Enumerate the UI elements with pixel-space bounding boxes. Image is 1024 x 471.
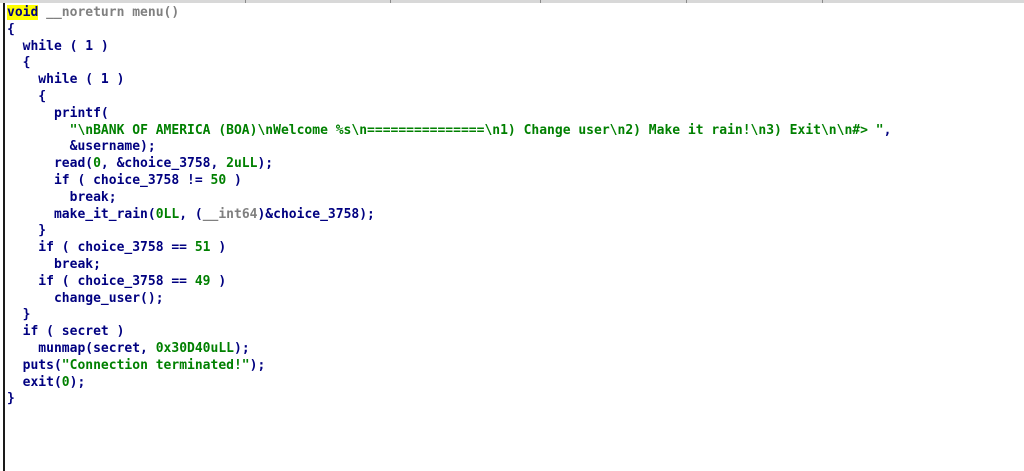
code-token[interactable]: exit( bbox=[7, 375, 62, 390]
code-line[interactable]: } bbox=[7, 223, 1022, 240]
number-literal[interactable]: 51 bbox=[195, 240, 211, 255]
code-token[interactable]: , ( bbox=[179, 207, 202, 222]
code-token[interactable]: )&choice_3758); bbox=[257, 207, 374, 222]
code-token[interactable]: __int64 bbox=[203, 207, 258, 222]
code-token[interactable]: while ( 1 ) bbox=[7, 39, 109, 54]
code-line[interactable]: &username); bbox=[7, 139, 1022, 156]
code-token[interactable]: while ( 1 ) bbox=[7, 72, 124, 87]
tab-separator bbox=[686, 0, 687, 3]
code-token[interactable]: ); bbox=[250, 358, 266, 373]
code-line[interactable]: { bbox=[7, 55, 1022, 72]
code-token[interactable]: ); bbox=[70, 375, 86, 390]
code-token[interactable]: &username); bbox=[7, 139, 156, 154]
gutter-border bbox=[3, 3, 5, 471]
code-line[interactable]: "\nBANK OF AMERICA (BOA)\nWelcome %s\n==… bbox=[7, 123, 1022, 140]
tab-strip bbox=[0, 0, 1024, 3]
code-line[interactable]: make_it_rain(0LL, (__int64)&choice_3758)… bbox=[7, 207, 1022, 224]
code-line[interactable]: } bbox=[7, 307, 1022, 324]
code-line[interactable]: if ( choice_3758 == 51 ) bbox=[7, 240, 1022, 257]
code-listing[interactable]: void __noreturn menu(){ while ( 1 ) { wh… bbox=[7, 5, 1022, 471]
code-token[interactable]: if ( choice_3758 == bbox=[7, 274, 195, 289]
code-token[interactable]: make_it_rain( bbox=[7, 207, 156, 222]
code-line[interactable]: if ( choice_3758 == 49 ) bbox=[7, 274, 1022, 291]
code-token[interactable]: if ( secret ) bbox=[7, 324, 125, 339]
code-token[interactable]: ); bbox=[257, 156, 273, 171]
code-line[interactable]: exit(0); bbox=[7, 375, 1022, 392]
code-token[interactable]: } bbox=[7, 223, 46, 238]
code-line[interactable]: break; bbox=[7, 190, 1022, 207]
code-token[interactable]: } bbox=[7, 307, 31, 322]
code-line[interactable]: puts("Connection terminated!"); bbox=[7, 358, 1022, 375]
code-line[interactable]: break; bbox=[7, 257, 1022, 274]
code-token[interactable]: ) bbox=[211, 240, 226, 255]
code-token[interactable]: { bbox=[7, 55, 31, 70]
code-line[interactable]: if ( secret ) bbox=[7, 324, 1022, 341]
number-literal[interactable]: 0 bbox=[93, 156, 101, 171]
code-line[interactable]: if ( choice_3758 != 50 ) bbox=[7, 173, 1022, 190]
code-line[interactable]: while ( 1 ) bbox=[7, 72, 1022, 89]
code-line[interactable]: { bbox=[7, 22, 1022, 39]
code-token[interactable]: munmap(secret, bbox=[7, 341, 156, 356]
code-token[interactable]: printf( bbox=[7, 106, 109, 121]
code-line[interactable]: munmap(secret, 0x30D40uLL); bbox=[7, 341, 1022, 358]
tab-separator bbox=[822, 0, 823, 3]
string-literal[interactable]: "Connection terminated!" bbox=[62, 358, 250, 373]
code-token[interactable]: if ( choice_3758 == bbox=[7, 240, 195, 255]
code-token[interactable]: , &choice_3758, bbox=[101, 156, 226, 171]
code-token[interactable]: } bbox=[7, 391, 15, 406]
number-literal[interactable]: 0LL bbox=[156, 207, 179, 222]
number-literal[interactable]: 2uLL bbox=[226, 156, 257, 171]
code-line[interactable]: read(0, &choice_3758, 2uLL); bbox=[7, 156, 1022, 173]
tab-separator bbox=[390, 0, 391, 3]
code-token[interactable]: ) bbox=[211, 274, 226, 289]
code-line[interactable]: while ( 1 ) bbox=[7, 39, 1022, 56]
code-line[interactable]: printf( bbox=[7, 106, 1022, 123]
code-token[interactable]: break; bbox=[7, 190, 117, 205]
tab-separator bbox=[540, 0, 541, 3]
code-token[interactable] bbox=[7, 123, 70, 138]
code-line[interactable]: void __noreturn menu() bbox=[7, 5, 1022, 22]
highlighted-keyword[interactable]: void bbox=[7, 5, 39, 20]
string-literal[interactable]: "\nBANK OF AMERICA (BOA)\nWelcome %s\n==… bbox=[70, 123, 884, 138]
code-token[interactable]: puts( bbox=[7, 358, 62, 373]
code-token[interactable]: ) bbox=[226, 173, 242, 188]
code-token[interactable]: { bbox=[7, 22, 15, 37]
code-line[interactable]: { bbox=[7, 89, 1022, 106]
code-token[interactable]: break; bbox=[7, 257, 101, 272]
number-literal[interactable]: 0 bbox=[62, 375, 70, 390]
pseudocode-viewer[interactable]: void __noreturn menu(){ while ( 1 ) { wh… bbox=[0, 0, 1024, 471]
code-token[interactable]: __noreturn menu() bbox=[46, 5, 179, 20]
code-token[interactable] bbox=[38, 5, 46, 20]
tab-separator bbox=[245, 0, 246, 3]
code-token[interactable]: { bbox=[7, 89, 46, 104]
code-token[interactable]: if ( choice_3758 != bbox=[7, 173, 211, 188]
code-token[interactable]: change_user(); bbox=[7, 291, 164, 306]
code-token[interactable]: read( bbox=[7, 156, 93, 171]
number-literal[interactable]: 0x30D40uLL bbox=[156, 341, 234, 356]
code-line[interactable]: change_user(); bbox=[7, 291, 1022, 308]
number-literal[interactable]: 49 bbox=[195, 274, 211, 289]
code-line[interactable]: } bbox=[7, 391, 1022, 408]
number-literal[interactable]: 50 bbox=[211, 173, 227, 188]
code-token[interactable]: ); bbox=[234, 341, 250, 356]
code-token[interactable]: , bbox=[884, 123, 892, 138]
